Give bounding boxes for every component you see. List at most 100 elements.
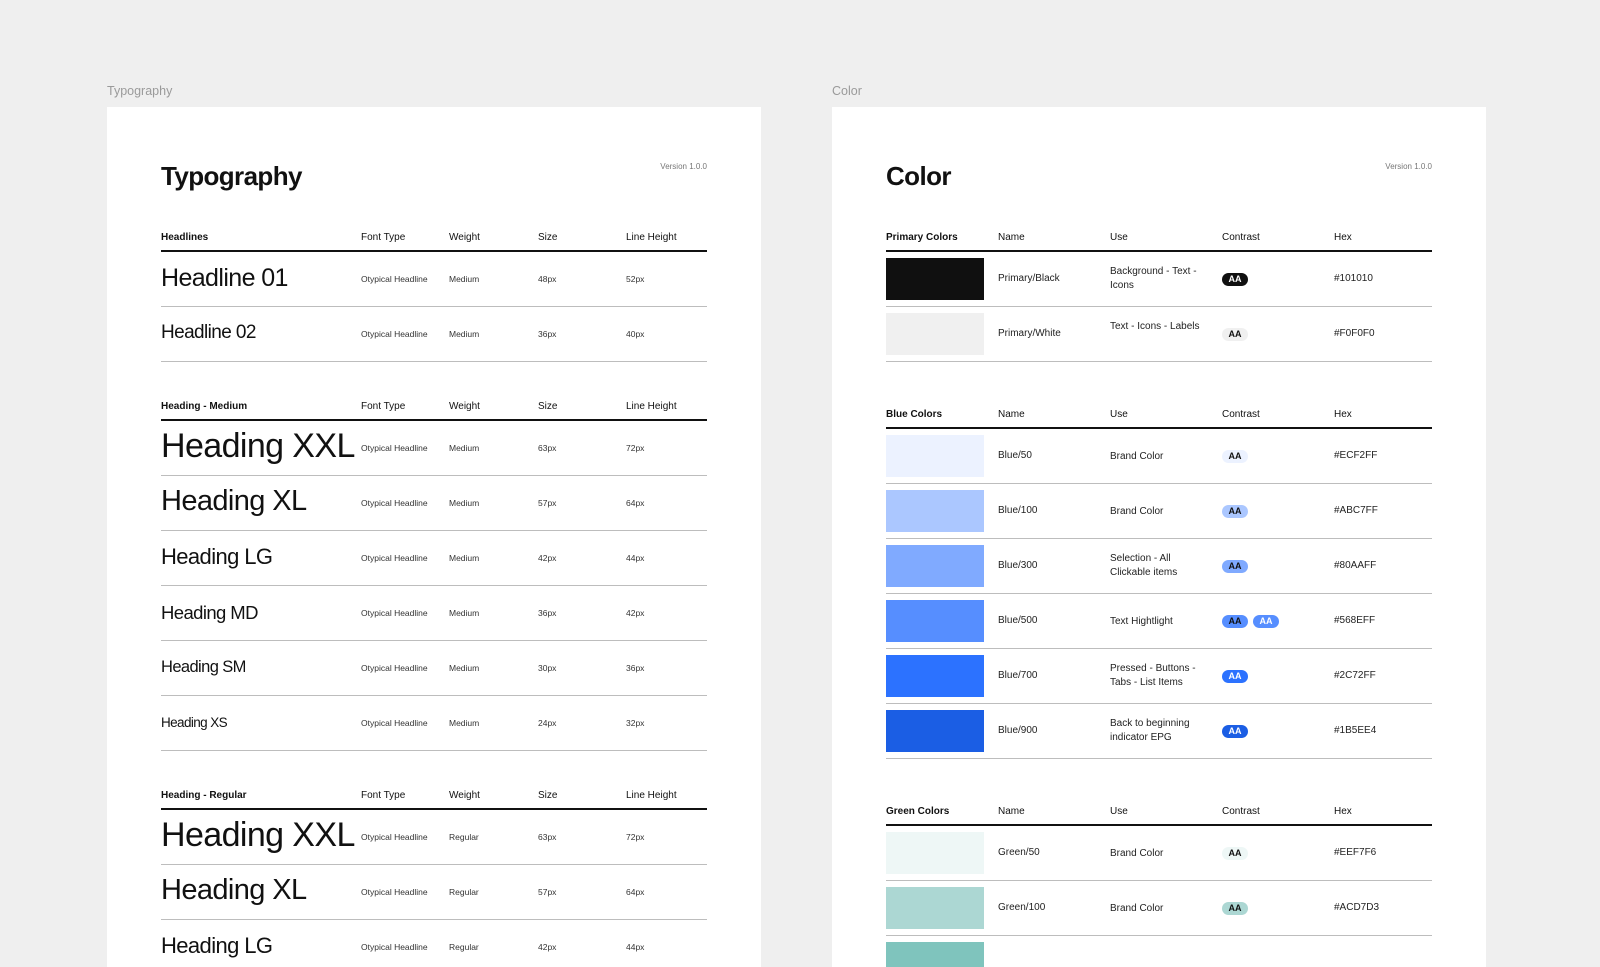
column-header: Contrast [1222,232,1260,243]
type-row: Heading LG Otypical Headline Medium 42px 44p… [161,531,707,586]
section-title: Heading - Regular [161,790,247,801]
color-name: Blue/100 [998,505,1038,516]
type-row: Heading SM Otypical Headline Medium 30px 36p… [161,641,707,696]
contrast-badge: AA [1222,560,1248,573]
color-row: Green/50 Brand Color AA #EEF7F6 [886,826,1432,881]
type-sample: Heading XS [161,714,228,730]
type-weight: Regular [449,942,479,952]
type-lh: 40px [626,329,645,339]
color-hex: #F0F0F0 [1334,328,1375,339]
type-size: 42px [538,942,557,952]
typography-section: Heading - Regular Font Type Weight Size Line… [161,788,707,967]
type-sample: Heading XXL [161,426,355,465]
color-row: Blue/700 Pressed - Buttons - Tabs - List … [886,649,1432,704]
column-header: Hex [1334,409,1352,420]
typography-version: Version 1.0.0 [660,162,707,171]
color-name: Blue/500 [998,615,1038,626]
column-header: Contrast [1222,806,1260,817]
type-lh: 72px [626,832,645,842]
color-use: Background - Text - Icons [1110,266,1197,291]
typography-title: Typography [161,161,302,191]
type-size: 36px [538,608,557,618]
section-title: Green Colors [886,806,950,817]
color-swatch [886,258,984,300]
color-swatch [886,600,984,642]
type-weight: Medium [449,274,480,284]
color-section: Primary Colors Name Use Contrast Hex Primary/… [886,230,1432,362]
type-weight: Medium [449,553,480,563]
column-header: Size [538,401,558,412]
type-sample: Heading XL [161,874,307,907]
color-swatch [886,545,984,587]
color-name: Green/100 [998,902,1046,913]
color-hex: #ABC7FF [1334,505,1378,516]
color-hex: #ECF2FF [1334,450,1378,461]
color-hex: #EEF7F6 [1334,847,1377,858]
contrast-badge: AA [1253,615,1279,628]
color-row: Blue/500 Text Hightlight AA AA #568EFF [886,594,1432,649]
type-font: Otypical Headline [361,329,428,339]
color-frame-label[interactable]: Color [832,84,862,98]
color-name: Green/50 [998,847,1040,858]
color-row: Primary/White Text - Icons - Labels AA #F0F… [886,307,1432,362]
column-header: Font Type [361,790,406,801]
column-header: Line Height [626,232,677,243]
type-font: Otypical Headline [361,274,428,284]
contrast-badge: AA [1222,902,1248,915]
color-hex: #1B5EE4 [1334,725,1377,736]
color-use: Brand Color [1110,506,1164,517]
type-sample: Heading MD [161,601,258,623]
contrast-badge: AA [1222,328,1248,341]
type-size: 57px [538,887,557,897]
color-swatch [886,710,984,752]
section-header: Primary Colors Name Use Contrast Hex [886,230,1432,252]
section-header: Green Colors Name Use Contrast Hex [886,804,1432,826]
type-row: Heading XXL Otypical Headline Regular 63px 7… [161,810,707,865]
type-font: Otypical Headline [361,942,428,952]
type-weight: Regular [449,887,479,897]
type-weight: Regular [449,832,479,842]
color-swatch [886,435,984,477]
typography-section: Heading - Medium Font Type Weight Size Line … [161,399,707,751]
color-use: Selection - All Clickable items [1110,553,1178,578]
color-use: Text - Icons - Labels [1110,321,1200,332]
type-size: 24px [538,718,557,728]
color-hex: #2C72FF [1334,670,1376,681]
type-weight: Medium [449,608,480,618]
column-header: Font Type [361,232,406,243]
column-header: Name [998,806,1025,817]
column-header: Hex [1334,232,1352,243]
color-name: Blue/900 [998,725,1038,736]
section-title: Heading - Medium [161,401,248,412]
color-use: Brand Color [1110,848,1164,859]
typography-frame-label[interactable]: Typography [107,84,172,98]
type-weight: Medium [449,663,480,673]
type-size: 63px [538,832,557,842]
contrast-badge: AA [1222,615,1248,628]
column-header: Weight [449,232,480,243]
type-weight: Medium [449,718,480,728]
color-version: Version 1.0.0 [1385,162,1432,171]
color-use: Text Hightlight [1110,616,1173,627]
type-sample: Heading SM [161,657,246,676]
color-use: Pressed - Buttons - Tabs - List Items [1110,663,1196,688]
column-header: Contrast [1222,409,1260,420]
type-weight: Medium [449,329,480,339]
type-size: 63px [538,443,557,453]
type-font: Otypical Headline [361,608,428,618]
type-lh: 52px [626,274,645,284]
color-row: Blue/900 Back to beginning indicator EPG A… [886,704,1432,759]
contrast-badge: AA [1222,450,1248,463]
section-title: Primary Colors [886,232,958,243]
color-swatch [886,832,984,874]
color-use: Back to beginning indicator EPG [1110,718,1190,743]
color-use: Brand Color [1110,451,1164,462]
type-row: Headline 01 Otypical Headline Medium 48px 52… [161,252,707,307]
type-sample: Heading XL [161,485,307,518]
color-row: Green/100 Brand Color AA #ACD7D3 [886,881,1432,936]
column-header: Weight [449,401,480,412]
type-lh: 64px [626,498,645,508]
type-size: 36px [538,329,557,339]
type-lh: 64px [626,887,645,897]
color-name: Blue/50 [998,450,1032,461]
